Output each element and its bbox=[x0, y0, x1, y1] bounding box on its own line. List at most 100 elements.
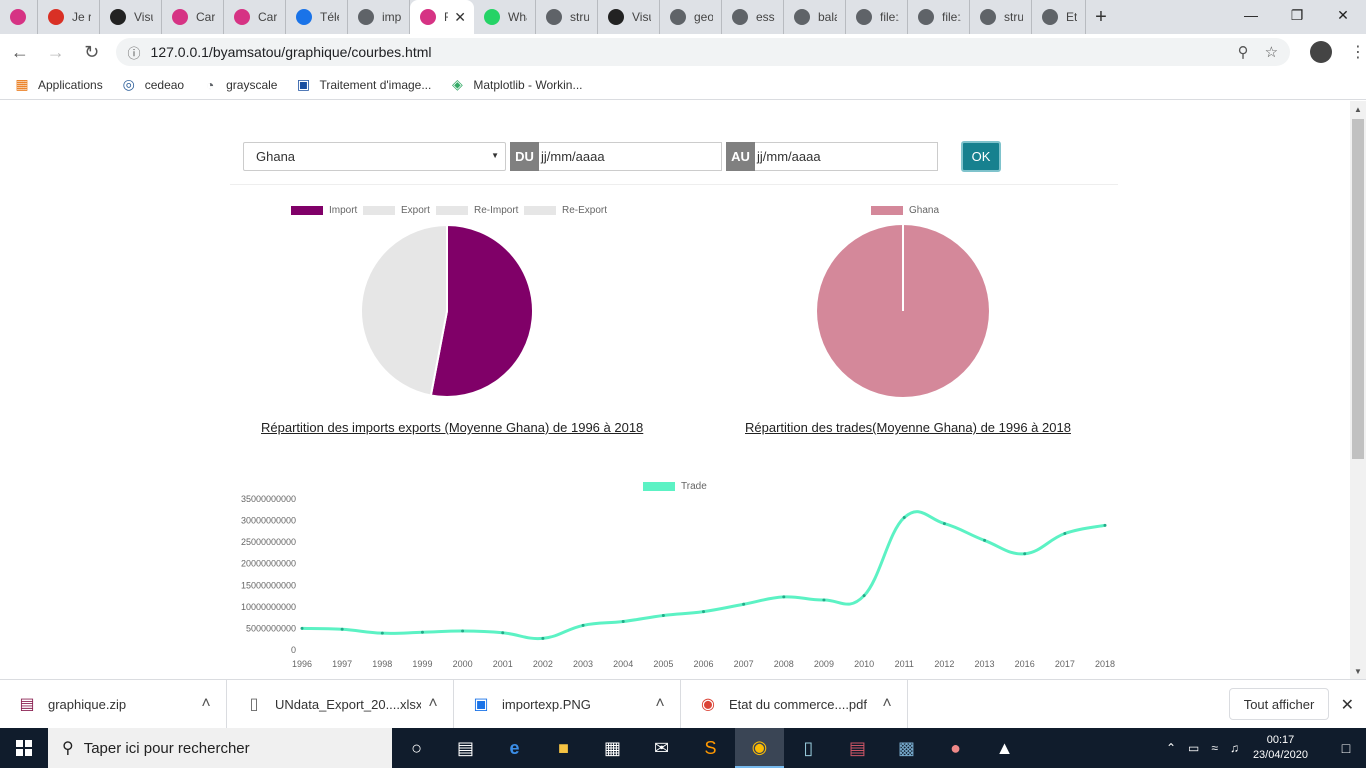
download-item[interactable]: ▯ UNdata_Export_20....xlsx ˄ bbox=[227, 679, 454, 729]
winrar-icon[interactable]: ▤ bbox=[833, 728, 882, 768]
forward-arrow-icon[interactable]: → bbox=[40, 36, 72, 68]
notes-icon[interactable]: ▯ bbox=[784, 728, 833, 768]
page-scrollbar[interactable]: ▲ ▼ bbox=[1350, 101, 1366, 679]
download-item[interactable]: ▣ importexp.PNG ˄ bbox=[454, 679, 681, 729]
new-tab-button[interactable]: + bbox=[1086, 0, 1116, 34]
browser-tab[interactable]: Visu bbox=[598, 0, 660, 34]
profile-avatar[interactable] bbox=[1310, 41, 1332, 63]
country-select[interactable]: Ghana ▼ bbox=[243, 142, 506, 171]
chevron-up-icon[interactable]: ˄ bbox=[875, 695, 899, 713]
battery-icon[interactable]: ▭ bbox=[1188, 741, 1199, 755]
browser-tab[interactable]: Je re bbox=[38, 0, 100, 34]
zoom-icon[interactable]: ⚲ bbox=[1238, 43, 1249, 61]
bookmark-item[interactable]: ◈ Matplotlib - Workin... bbox=[449, 76, 583, 93]
legend-item[interactable]: Import bbox=[291, 205, 357, 216]
chevron-up-icon[interactable]: ˄ bbox=[194, 695, 218, 713]
legend-item[interactable]: Re-Export bbox=[524, 205, 607, 216]
paint-icon[interactable]: ▩ bbox=[882, 728, 931, 768]
data-point[interactable] bbox=[300, 626, 304, 630]
task-view-icon[interactable]: ▤ bbox=[441, 728, 490, 768]
browser-tab[interactable]: Cart bbox=[162, 0, 224, 34]
data-point[interactable] bbox=[862, 594, 866, 598]
data-point[interactable] bbox=[822, 598, 826, 602]
browser-tab[interactable]: essa bbox=[722, 0, 784, 34]
chevron-up-icon[interactable]: ˄ bbox=[421, 695, 445, 713]
data-point[interactable] bbox=[621, 620, 625, 624]
date-to-input[interactable]: jj/mm/aaaa bbox=[755, 142, 938, 171]
volume-icon[interactable]: ♫ bbox=[1230, 741, 1239, 755]
browser-tab[interactable]: Télé bbox=[286, 0, 348, 34]
chrome-taskbar-icon[interactable]: ◉ bbox=[735, 728, 784, 768]
bookmark-item[interactable]: ▣ Traitement d'image... bbox=[295, 76, 432, 93]
edge-icon[interactable]: e bbox=[490, 728, 539, 768]
data-point[interactable] bbox=[420, 630, 424, 634]
data-point[interactable] bbox=[702, 610, 705, 614]
browser-tab[interactable]: Wha bbox=[474, 0, 536, 34]
ok-button[interactable]: OK bbox=[961, 141, 1001, 172]
data-point[interactable] bbox=[983, 538, 987, 542]
browser-tab[interactable]: file:/ bbox=[908, 0, 970, 34]
data-point[interactable] bbox=[380, 631, 384, 635]
data-point[interactable] bbox=[340, 627, 344, 631]
data-point[interactable] bbox=[581, 623, 585, 627]
browser-tab[interactable]: Con bbox=[0, 0, 38, 34]
cortana-icon[interactable]: ○ bbox=[392, 728, 441, 768]
paint-brush-icon[interactable]: ● bbox=[931, 728, 980, 768]
bookmark-star-icon[interactable]: ☆ bbox=[1265, 43, 1278, 61]
chevron-up-icon[interactable]: ⌃ bbox=[1166, 741, 1176, 755]
data-point[interactable] bbox=[902, 516, 906, 520]
close-tab-icon[interactable]: ✕ bbox=[454, 9, 466, 26]
bookmark-item[interactable]: ◔ grayscale bbox=[202, 77, 278, 93]
windows-start-button[interactable] bbox=[0, 728, 48, 768]
browser-tab[interactable]: bala bbox=[784, 0, 846, 34]
notification-icon[interactable]: □ bbox=[1326, 740, 1366, 756]
data-point[interactable] bbox=[782, 595, 786, 599]
data-point[interactable] bbox=[742, 602, 746, 606]
scrollbar-thumb[interactable] bbox=[1352, 119, 1364, 459]
browser-tab[interactable]: Visu bbox=[100, 0, 162, 34]
download-item[interactable]: ◉ Etat du commerce....pdf ˄ bbox=[681, 679, 908, 729]
address-bar[interactable]: ⓘ 127.0.0.1/byamsatou/graphique/courbes.… bbox=[115, 38, 1291, 66]
wifi-icon[interactable]: ≈ bbox=[1211, 741, 1218, 755]
data-point[interactable] bbox=[942, 522, 946, 526]
minimize-icon[interactable]: — bbox=[1228, 0, 1274, 30]
date-from-input[interactable]: jj/mm/aaaa bbox=[539, 142, 722, 171]
browser-tab[interactable]: Cart bbox=[224, 0, 286, 34]
download-item[interactable]: ▤ graphique.zip ˄ bbox=[0, 679, 227, 729]
data-point[interactable] bbox=[461, 629, 465, 633]
taskbar-search[interactable]: ⚲ Taper ici pour rechercher bbox=[48, 728, 392, 768]
chevron-up-icon[interactable]: ˄ bbox=[648, 695, 672, 713]
reload-icon[interactable]: ↻ bbox=[76, 36, 108, 68]
browser-tab[interactable]: struc bbox=[970, 0, 1032, 34]
browser-tab[interactable]: geol bbox=[660, 0, 722, 34]
legend-item[interactable]: Re-Import bbox=[436, 205, 518, 216]
mail-icon[interactable]: ✉ bbox=[637, 728, 686, 768]
restore-icon[interactable]: ❐ bbox=[1274, 0, 1320, 30]
data-point[interactable] bbox=[541, 636, 545, 640]
info-icon[interactable]: ⓘ bbox=[128, 43, 141, 62]
data-point[interactable] bbox=[1103, 523, 1107, 527]
back-arrow-icon[interactable]: ← bbox=[4, 36, 36, 68]
bookmark-item[interactable]: ◎ cedeao bbox=[121, 76, 184, 93]
show-all-button[interactable]: Tout afficher bbox=[1229, 688, 1329, 720]
browser-tab[interactable]: struc bbox=[536, 0, 598, 34]
data-point[interactable] bbox=[1023, 552, 1027, 556]
data-point[interactable] bbox=[1063, 532, 1067, 536]
store-icon[interactable]: ▦ bbox=[588, 728, 637, 768]
scroll-up-icon[interactable]: ▲ bbox=[1350, 101, 1366, 117]
browser-tab[interactable]: Etat bbox=[1032, 0, 1086, 34]
photos-icon[interactable]: ▲ bbox=[980, 728, 1029, 768]
browser-tab[interactable]: file:/ bbox=[846, 0, 908, 34]
browser-tab[interactable]: impo bbox=[348, 0, 410, 34]
close-downloads-icon[interactable]: ✕ bbox=[1341, 695, 1354, 715]
pie-slice[interactable] bbox=[360, 223, 448, 397]
data-point[interactable] bbox=[501, 631, 505, 635]
legend-item[interactable]: Export bbox=[363, 205, 430, 216]
sublime-text-icon[interactable]: S bbox=[686, 728, 735, 768]
clock[interactable]: 00:17 23/04/2020 bbox=[1253, 733, 1308, 763]
bookmark-item[interactable]: ▦ Applications bbox=[14, 76, 102, 93]
menu-kebab-icon[interactable]: ⋮ bbox=[1350, 42, 1366, 62]
data-point[interactable] bbox=[661, 613, 665, 617]
file-explorer-icon[interactable]: ■ bbox=[539, 728, 588, 768]
scroll-down-icon[interactable]: ▼ bbox=[1350, 663, 1366, 679]
